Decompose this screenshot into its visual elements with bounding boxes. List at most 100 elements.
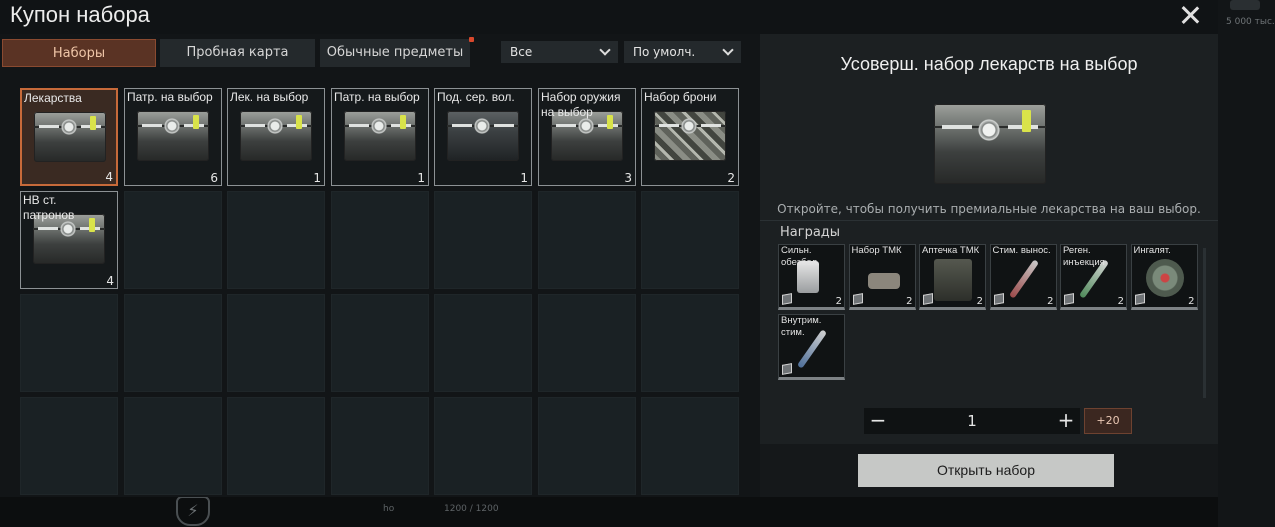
empty-slot[interactable] (331, 294, 429, 392)
lightning-icon: ⚡ (176, 496, 210, 526)
tourniquet-kit-icon (867, 273, 900, 289)
tab-bar: Наборы Пробная карта Обычные предметы Вс… (0, 34, 760, 70)
chevron-down-icon (599, 44, 611, 56)
rewards-scrollbar[interactable] (1203, 248, 1206, 398)
reward-label: Ингалят. (1133, 245, 1171, 256)
empty-slot[interactable] (538, 294, 636, 392)
slot-count: 3 (624, 171, 632, 185)
quantity-plus20-button[interactable]: +20 (1084, 408, 1132, 434)
reward-label: Реген. инъекция (1063, 245, 1105, 268)
open-set-button[interactable]: Открыть набор (858, 454, 1114, 487)
reward-item[interactable]: Стим. вынос. 2 (989, 244, 1057, 310)
empty-slot[interactable] (641, 191, 739, 289)
reward-item[interactable]: Сильн. обезбол. 2 (778, 244, 845, 310)
empty-slot[interactable] (331, 191, 429, 289)
background-sidebar: 5 000 тыс. (1218, 0, 1275, 527)
notification-dot (469, 37, 474, 42)
inventory-slot[interactable]: Набор брони 2 (641, 88, 739, 186)
empty-slot[interactable] (641, 294, 739, 392)
quantity-decrease-button[interactable]: − (864, 408, 892, 434)
empty-slot[interactable] (124, 191, 222, 289)
cube-icon (993, 293, 1004, 305)
first-aid-kit-icon (934, 259, 972, 301)
slot-label: Патр. на выбор (334, 90, 420, 104)
slot-label: Набор брони (644, 90, 717, 104)
ammo-box-icon (137, 111, 209, 161)
background-money: 5 000 тыс. (1226, 17, 1275, 27)
quantity-value[interactable]: 1 (892, 408, 1052, 434)
empty-slot[interactable] (434, 397, 532, 495)
divider (760, 220, 1218, 221)
inventory-slot[interactable]: Лекарства 4 (20, 88, 118, 186)
tab-label: Обычные предметы (326, 45, 464, 60)
empty-slot[interactable] (124, 397, 222, 495)
item-description: Откройте, чтобы получить премиальные лек… (777, 202, 1201, 216)
close-icon[interactable] (1176, 1, 1204, 29)
empty-slot[interactable] (538, 397, 636, 495)
cube-icon (1064, 293, 1074, 305)
armor-box-icon (654, 111, 726, 161)
rewards-section: Награды Сильн. обезбол. 2 Набор ТМК 2 Аптечк… (778, 222, 1208, 392)
medicine-box-icon (34, 112, 106, 162)
tab-sets[interactable]: Наборы (2, 39, 156, 67)
reward-label: Сильн. обезбол. (781, 245, 820, 268)
slot-label: Лекарства (24, 91, 82, 105)
reward-item[interactable]: Внутрим. стим. (778, 314, 845, 380)
cube-icon (923, 293, 933, 305)
inventory-slot[interactable]: НВ ст. патронов 4 (20, 191, 118, 289)
empty-slot[interactable] (434, 191, 532, 289)
empty-slot[interactable] (331, 397, 429, 495)
reward-item[interactable]: Реген. инъекция 2 (1060, 244, 1127, 310)
empty-slot[interactable] (641, 397, 739, 495)
background-text: ho (383, 504, 395, 514)
slot-count: 2 (727, 171, 735, 185)
vehicle-icon (1230, 0, 1260, 10)
reward-label: Стим. вынос. (992, 245, 1051, 256)
inventory-slot[interactable]: Патр. на выбор 1 (331, 88, 429, 186)
reward-item[interactable]: Ингалят. 2 (1130, 244, 1198, 310)
empty-slot[interactable] (124, 294, 222, 392)
quantity-increase-button[interactable]: + (1052, 408, 1080, 434)
reward-item[interactable]: Аптечка ТМК 2 (919, 244, 986, 310)
tab-trial-card[interactable]: Пробная карта (160, 39, 315, 67)
inventory-slot[interactable]: Набор оружия на выбор 3 (538, 88, 636, 186)
tab-label: Пробная карта (186, 45, 289, 60)
slot-count: 4 (105, 170, 113, 184)
empty-slot[interactable] (538, 191, 636, 289)
empty-slot[interactable] (227, 191, 325, 289)
cube-icon (852, 293, 863, 305)
sort-value: По умолч. (633, 45, 696, 59)
cube-icon (782, 293, 792, 305)
medicine-box-icon (240, 111, 312, 161)
category-dropdown[interactable]: Все (501, 41, 618, 63)
slot-label: Набор оружия на выбор (541, 90, 621, 119)
reward-count: 2 (1188, 296, 1195, 307)
reward-count: 2 (835, 296, 842, 307)
reward-count: 2 (1047, 296, 1054, 307)
chevron-down-icon (722, 44, 734, 56)
inventory-slot[interactable]: Лек. на выбор 1 (227, 88, 325, 186)
slot-count: 6 (210, 171, 218, 185)
reward-count: 2 (906, 296, 913, 307)
inventory-slot[interactable]: Патр. на выбор 6 (124, 88, 222, 186)
dark-box-icon (447, 111, 519, 161)
empty-slot[interactable] (20, 294, 118, 392)
empty-slot[interactable] (227, 294, 325, 392)
empty-slot[interactable] (20, 397, 118, 495)
tab-label: Наборы (52, 46, 106, 61)
slot-count: 1 (417, 171, 425, 185)
inhaler-icon (1145, 259, 1184, 297)
slot-label: Патр. на выбор (127, 90, 213, 104)
modal-title: Купон набора (10, 2, 150, 27)
empty-slot[interactable] (434, 294, 532, 392)
empty-slot[interactable] (227, 397, 325, 495)
sort-dropdown[interactable]: По умолч. (624, 41, 741, 63)
reward-item[interactable]: Набор ТМК 2 (848, 244, 916, 310)
inventory-slot[interactable]: Под. сер. вол. 1 (434, 88, 532, 186)
detail-panel: Усоверш. набор лекарств на выбор Откройт… (760, 34, 1218, 497)
reward-count: 2 (1117, 296, 1124, 307)
title-bar: Купон набора (0, 0, 1218, 34)
item-title: Усоверш. набор лекарств на выбор (840, 54, 1138, 74)
slot-label: Лек. на выбор (230, 90, 309, 104)
tab-regular-items[interactable]: Обычные предметы (320, 37, 474, 67)
